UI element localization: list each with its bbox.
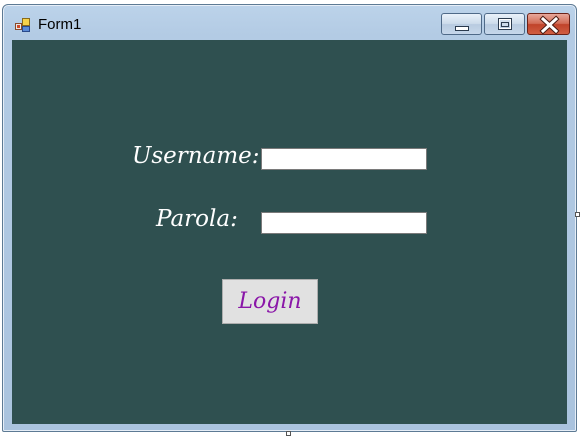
form1-window: Form1 Username: Parola: Login <box>2 4 577 432</box>
password-label: Parola: <box>156 206 238 232</box>
form-client-area: Username: Parola: Login <box>12 40 567 424</box>
maximize-button[interactable] <box>484 13 525 35</box>
window-title: Form1 <box>38 16 82 33</box>
username-input[interactable] <box>261 148 427 170</box>
password-input[interactable] <box>261 212 427 234</box>
login-button[interactable]: Login <box>222 279 318 324</box>
title-bar[interactable]: Form1 <box>3 5 576 41</box>
caption-buttons <box>439 13 570 35</box>
close-button[interactable] <box>527 13 570 35</box>
username-label: Username: <box>132 143 260 169</box>
form-app-icon <box>15 17 31 33</box>
resize-handle-right[interactable] <box>575 212 580 217</box>
minimize-button[interactable] <box>441 13 482 35</box>
resize-handle-bottom[interactable] <box>286 431 291 436</box>
